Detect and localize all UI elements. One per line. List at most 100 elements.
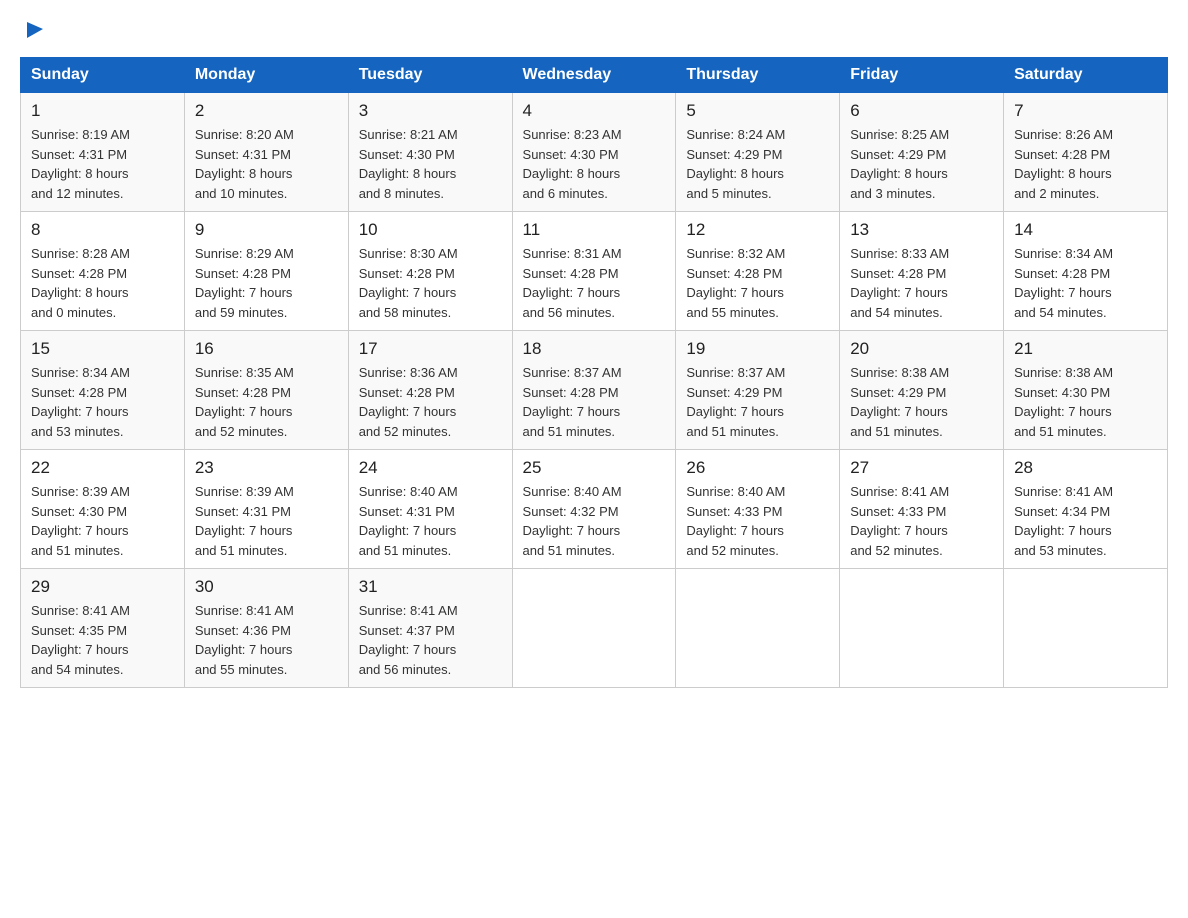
day-number: 19	[686, 339, 829, 359]
calendar-cell: 8 Sunrise: 8:28 AMSunset: 4:28 PMDayligh…	[21, 212, 185, 331]
calendar-cell: 12 Sunrise: 8:32 AMSunset: 4:28 PMDaylig…	[676, 212, 840, 331]
day-info: Sunrise: 8:37 AMSunset: 4:29 PMDaylight:…	[686, 363, 829, 441]
calendar-header-row: SundayMondayTuesdayWednesdayThursdayFrid…	[21, 58, 1168, 93]
calendar-cell: 16 Sunrise: 8:35 AMSunset: 4:28 PMDaylig…	[184, 331, 348, 450]
day-number: 5	[686, 101, 829, 121]
day-info: Sunrise: 8:31 AMSunset: 4:28 PMDaylight:…	[523, 244, 666, 322]
page-header	[20, 20, 1168, 47]
calendar-cell	[676, 569, 840, 688]
day-number: 7	[1014, 101, 1157, 121]
calendar-cell: 19 Sunrise: 8:37 AMSunset: 4:29 PMDaylig…	[676, 331, 840, 450]
calendar-cell: 26 Sunrise: 8:40 AMSunset: 4:33 PMDaylig…	[676, 450, 840, 569]
calendar-cell: 31 Sunrise: 8:41 AMSunset: 4:37 PMDaylig…	[348, 569, 512, 688]
day-info: Sunrise: 8:26 AMSunset: 4:28 PMDaylight:…	[1014, 125, 1157, 203]
calendar-cell: 25 Sunrise: 8:40 AMSunset: 4:32 PMDaylig…	[512, 450, 676, 569]
calendar-week-row-2: 8 Sunrise: 8:28 AMSunset: 4:28 PMDayligh…	[21, 212, 1168, 331]
calendar-week-row-5: 29 Sunrise: 8:41 AMSunset: 4:35 PMDaylig…	[21, 569, 1168, 688]
day-number: 28	[1014, 458, 1157, 478]
day-number: 1	[31, 101, 174, 121]
calendar-cell	[840, 569, 1004, 688]
calendar-header-tuesday: Tuesday	[348, 58, 512, 93]
calendar-cell: 15 Sunrise: 8:34 AMSunset: 4:28 PMDaylig…	[21, 331, 185, 450]
day-number: 2	[195, 101, 338, 121]
calendar-cell: 11 Sunrise: 8:31 AMSunset: 4:28 PMDaylig…	[512, 212, 676, 331]
day-number: 24	[359, 458, 502, 478]
calendar-cell: 27 Sunrise: 8:41 AMSunset: 4:33 PMDaylig…	[840, 450, 1004, 569]
calendar-cell: 2 Sunrise: 8:20 AMSunset: 4:31 PMDayligh…	[184, 93, 348, 212]
calendar-cell: 23 Sunrise: 8:39 AMSunset: 4:31 PMDaylig…	[184, 450, 348, 569]
calendar-cell: 20 Sunrise: 8:38 AMSunset: 4:29 PMDaylig…	[840, 331, 1004, 450]
day-info: Sunrise: 8:20 AMSunset: 4:31 PMDaylight:…	[195, 125, 338, 203]
day-info: Sunrise: 8:40 AMSunset: 4:33 PMDaylight:…	[686, 482, 829, 560]
day-number: 18	[523, 339, 666, 359]
day-info: Sunrise: 8:36 AMSunset: 4:28 PMDaylight:…	[359, 363, 502, 441]
calendar-header-friday: Friday	[840, 58, 1004, 93]
calendar-header-thursday: Thursday	[676, 58, 840, 93]
calendar-cell: 29 Sunrise: 8:41 AMSunset: 4:35 PMDaylig…	[21, 569, 185, 688]
logo-triangle-icon	[23, 18, 45, 40]
day-info: Sunrise: 8:37 AMSunset: 4:28 PMDaylight:…	[523, 363, 666, 441]
calendar-week-row-4: 22 Sunrise: 8:39 AMSunset: 4:30 PMDaylig…	[21, 450, 1168, 569]
day-number: 29	[31, 577, 174, 597]
day-number: 13	[850, 220, 993, 240]
day-number: 31	[359, 577, 502, 597]
calendar-cell: 24 Sunrise: 8:40 AMSunset: 4:31 PMDaylig…	[348, 450, 512, 569]
day-info: Sunrise: 8:25 AMSunset: 4:29 PMDaylight:…	[850, 125, 993, 203]
day-info: Sunrise: 8:39 AMSunset: 4:30 PMDaylight:…	[31, 482, 174, 560]
calendar-week-row-1: 1 Sunrise: 8:19 AMSunset: 4:31 PMDayligh…	[21, 93, 1168, 212]
day-info: Sunrise: 8:33 AMSunset: 4:28 PMDaylight:…	[850, 244, 993, 322]
calendar-cell	[1004, 569, 1168, 688]
day-info: Sunrise: 8:41 AMSunset: 4:33 PMDaylight:…	[850, 482, 993, 560]
day-info: Sunrise: 8:23 AMSunset: 4:30 PMDaylight:…	[523, 125, 666, 203]
day-number: 8	[31, 220, 174, 240]
day-info: Sunrise: 8:41 AMSunset: 4:34 PMDaylight:…	[1014, 482, 1157, 560]
day-number: 25	[523, 458, 666, 478]
calendar-header-wednesday: Wednesday	[512, 58, 676, 93]
day-info: Sunrise: 8:41 AMSunset: 4:37 PMDaylight:…	[359, 601, 502, 679]
day-info: Sunrise: 8:34 AMSunset: 4:28 PMDaylight:…	[31, 363, 174, 441]
calendar-cell: 4 Sunrise: 8:23 AMSunset: 4:30 PMDayligh…	[512, 93, 676, 212]
day-number: 17	[359, 339, 502, 359]
calendar-cell: 14 Sunrise: 8:34 AMSunset: 4:28 PMDaylig…	[1004, 212, 1168, 331]
day-info: Sunrise: 8:40 AMSunset: 4:32 PMDaylight:…	[523, 482, 666, 560]
calendar-cell: 18 Sunrise: 8:37 AMSunset: 4:28 PMDaylig…	[512, 331, 676, 450]
day-number: 23	[195, 458, 338, 478]
calendar-cell: 13 Sunrise: 8:33 AMSunset: 4:28 PMDaylig…	[840, 212, 1004, 331]
day-number: 27	[850, 458, 993, 478]
day-number: 16	[195, 339, 338, 359]
day-info: Sunrise: 8:40 AMSunset: 4:31 PMDaylight:…	[359, 482, 502, 560]
calendar-cell: 28 Sunrise: 8:41 AMSunset: 4:34 PMDaylig…	[1004, 450, 1168, 569]
day-number: 11	[523, 220, 666, 240]
day-info: Sunrise: 8:41 AMSunset: 4:35 PMDaylight:…	[31, 601, 174, 679]
day-number: 26	[686, 458, 829, 478]
day-number: 14	[1014, 220, 1157, 240]
day-info: Sunrise: 8:24 AMSunset: 4:29 PMDaylight:…	[686, 125, 829, 203]
logo	[20, 20, 45, 47]
calendar-cell	[512, 569, 676, 688]
calendar-cell: 7 Sunrise: 8:26 AMSunset: 4:28 PMDayligh…	[1004, 93, 1168, 212]
day-number: 30	[195, 577, 338, 597]
calendar-cell: 17 Sunrise: 8:36 AMSunset: 4:28 PMDaylig…	[348, 331, 512, 450]
day-info: Sunrise: 8:38 AMSunset: 4:30 PMDaylight:…	[1014, 363, 1157, 441]
day-info: Sunrise: 8:21 AMSunset: 4:30 PMDaylight:…	[359, 125, 502, 203]
day-number: 4	[523, 101, 666, 121]
day-number: 15	[31, 339, 174, 359]
day-info: Sunrise: 8:39 AMSunset: 4:31 PMDaylight:…	[195, 482, 338, 560]
day-info: Sunrise: 8:19 AMSunset: 4:31 PMDaylight:…	[31, 125, 174, 203]
calendar-cell: 3 Sunrise: 8:21 AMSunset: 4:30 PMDayligh…	[348, 93, 512, 212]
day-number: 10	[359, 220, 502, 240]
day-info: Sunrise: 8:28 AMSunset: 4:28 PMDaylight:…	[31, 244, 174, 322]
day-number: 22	[31, 458, 174, 478]
day-info: Sunrise: 8:34 AMSunset: 4:28 PMDaylight:…	[1014, 244, 1157, 322]
calendar-header-sunday: Sunday	[21, 58, 185, 93]
day-number: 21	[1014, 339, 1157, 359]
calendar-cell: 5 Sunrise: 8:24 AMSunset: 4:29 PMDayligh…	[676, 93, 840, 212]
day-number: 20	[850, 339, 993, 359]
calendar-cell: 1 Sunrise: 8:19 AMSunset: 4:31 PMDayligh…	[21, 93, 185, 212]
day-info: Sunrise: 8:38 AMSunset: 4:29 PMDaylight:…	[850, 363, 993, 441]
calendar-cell: 6 Sunrise: 8:25 AMSunset: 4:29 PMDayligh…	[840, 93, 1004, 212]
calendar-cell: 21 Sunrise: 8:38 AMSunset: 4:30 PMDaylig…	[1004, 331, 1168, 450]
calendar-cell: 30 Sunrise: 8:41 AMSunset: 4:36 PMDaylig…	[184, 569, 348, 688]
calendar-header-saturday: Saturday	[1004, 58, 1168, 93]
day-info: Sunrise: 8:30 AMSunset: 4:28 PMDaylight:…	[359, 244, 502, 322]
